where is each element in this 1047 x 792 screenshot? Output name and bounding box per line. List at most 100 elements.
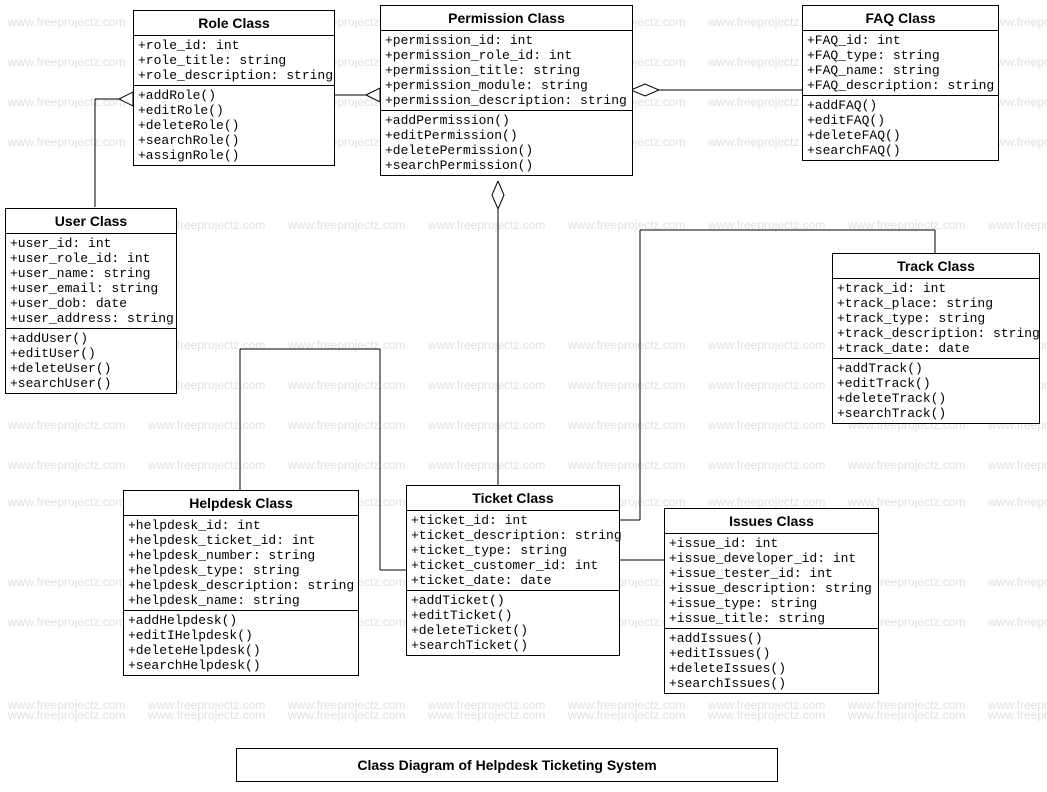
operation: +addFAQ() [807,98,994,113]
class-title: Role Class [134,11,334,36]
class-operations: +addTicket()+editTicket()+deleteTicket()… [407,591,619,655]
watermark: www.freeprojectz.com [568,338,685,352]
watermark: www.freeprojectz.com [288,338,405,352]
operation: +editIssues() [669,646,874,661]
attribute: +FAQ_description: string [807,78,994,93]
watermark: www.freeprojectz.com [988,708,1047,722]
watermark: www.freeprojectz.com [988,575,1047,589]
watermark: www.freeprojectz.com [148,418,265,432]
watermark: www.freeprojectz.com [568,698,685,712]
watermark: www.freeprojectz.com [8,15,125,29]
class-ticket: Ticket Class+ticket_id: int+ticket_descr… [406,485,620,656]
attribute: +issue_id: int [669,536,874,551]
watermark: www.freeprojectz.com [288,708,405,722]
attribute: +user_id: int [10,236,172,251]
class-attributes: +FAQ_id: int+FAQ_type: string+FAQ_name: … [803,31,998,96]
watermark: www.freeprojectz.com [988,615,1047,629]
operation: +searchRole() [138,133,330,148]
attribute: +user_role_id: int [10,251,172,266]
watermark: www.freeprojectz.com [428,338,545,352]
attribute: +helpdesk_number: string [128,548,354,563]
watermark: www.freeprojectz.com [8,615,125,629]
attribute: +issue_title: string [669,611,874,626]
attribute: +ticket_customer_id: int [411,558,615,573]
watermark: www.freeprojectz.com [568,708,685,722]
class-attributes: +role_id: int+role_title: string+role_de… [134,36,334,86]
operation: +deleteFAQ() [807,128,994,143]
attribute: +track_type: string [837,311,1035,326]
watermark: www.freeprojectz.com [988,218,1047,232]
watermark: www.freeprojectz.com [148,458,265,472]
attribute: +helpdesk_ticket_id: int [128,533,354,548]
operation: +searchIssues() [669,676,874,691]
watermark: www.freeprojectz.com [428,458,545,472]
attribute: +helpdesk_name: string [128,593,354,608]
attribute: +FAQ_id: int [807,33,994,48]
watermark: www.freeprojectz.com [428,708,545,722]
operation: +searchPermission() [385,158,628,173]
class-attributes: +track_id: int+track_place: string+track… [833,279,1039,359]
watermark: www.freeprojectz.com [8,708,125,722]
watermark: www.freeprojectz.com [288,698,405,712]
watermark: www.freeprojectz.com [288,458,405,472]
class-title: Issues Class [665,509,878,534]
operation: +editRole() [138,103,330,118]
watermark: www.freeprojectz.com [428,218,545,232]
attribute: +track_id: int [837,281,1035,296]
watermark: www.freeprojectz.com [988,698,1047,712]
watermark: www.freeprojectz.com [428,378,545,392]
operation: +addTrack() [837,361,1035,376]
class-title: Permission Class [381,6,632,31]
watermark: www.freeprojectz.com [848,495,965,509]
operation: +searchTrack() [837,406,1035,421]
attribute: +permission_module: string [385,78,628,93]
operation: +searchFAQ() [807,143,994,158]
class-operations: +addFAQ()+editFAQ()+deleteFAQ()+searchFA… [803,96,998,160]
class-permission: Permission Class+permission_id: int+perm… [380,5,633,176]
attribute: +user_name: string [10,266,172,281]
class-operations: +addPermission()+editPermission()+delete… [381,111,632,175]
watermark: www.freeprojectz.com [568,458,685,472]
attribute: +FAQ_type: string [807,48,994,63]
class-role: Role Class+role_id: int+role_title: stri… [133,10,335,166]
watermark: www.freeprojectz.com [708,708,825,722]
attribute: +issue_tester_id: int [669,566,874,581]
watermark: www.freeprojectz.com [428,698,545,712]
operation: +deletePermission() [385,143,628,158]
class-attributes: +user_id: int+user_role_id: int+user_nam… [6,234,176,329]
attribute: +helpdesk_description: string [128,578,354,593]
watermark: www.freeprojectz.com [8,95,125,109]
class-title: Ticket Class [407,486,619,511]
watermark: www.freeprojectz.com [708,495,825,509]
class-title: Track Class [833,254,1039,279]
attribute: +issue_description: string [669,581,874,596]
watermark: www.freeprojectz.com [568,378,685,392]
watermark: www.freeprojectz.com [8,55,125,69]
attribute: +issue_type: string [669,596,874,611]
class-issues: Issues Class+issue_id: int+issue_develop… [664,508,879,694]
operation: +deleteUser() [10,361,172,376]
watermark: www.freeprojectz.com [8,418,125,432]
operation: +editFAQ() [807,113,994,128]
watermark: www.freeprojectz.com [708,458,825,472]
operation: +editTicket() [411,608,615,623]
class-helpdesk: Helpdesk Class+helpdesk_id: int+helpdesk… [123,490,359,676]
operation: +addUser() [10,331,172,346]
operation: +searchTicket() [411,638,615,653]
operation: +searchUser() [10,376,172,391]
attribute: +helpdesk_id: int [128,518,354,533]
attribute: +role_description: string [138,68,330,83]
attribute: +track_description: string [837,326,1035,341]
attribute: +issue_developer_id: int [669,551,874,566]
attribute: +permission_title: string [385,63,628,78]
watermark: www.freeprojectz.com [848,698,965,712]
watermark: www.freeprojectz.com [288,218,405,232]
watermark: www.freeprojectz.com [8,575,125,589]
attribute: +permission_description: string [385,93,628,108]
class-attributes: +issue_id: int+issue_developer_id: int+i… [665,534,878,629]
watermark: www.freeprojectz.com [708,698,825,712]
attribute: +permission_role_id: int [385,48,628,63]
operation: +editUser() [10,346,172,361]
watermark: www.freeprojectz.com [708,338,825,352]
class-attributes: +ticket_id: int+ticket_description: stri… [407,511,619,591]
